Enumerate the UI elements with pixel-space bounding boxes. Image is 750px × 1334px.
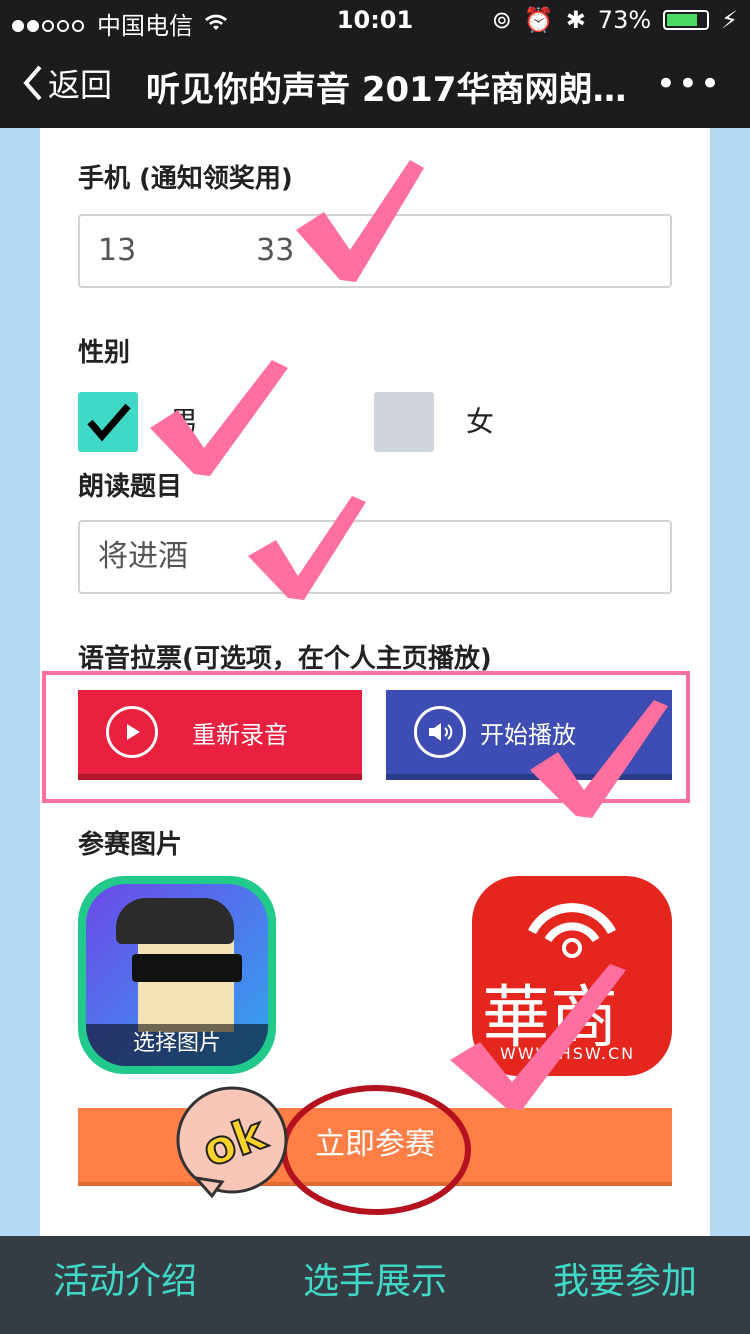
status-bar: 中国电信 10:01 ⊚ ⏰ ✱ 73% ⚡ <box>0 0 750 40</box>
page-title: 听见你的声音 2017华商网朗… <box>146 70 627 110</box>
battery-percent: 73% <box>597 6 652 34</box>
tab-join[interactable]: 我要参加 <box>500 1236 750 1334</box>
avatar-caption: 选择图片 <box>86 1024 268 1066</box>
topic-label: 朗读题目 <box>78 472 183 502</box>
gender-label: 性别 <box>78 338 131 368</box>
alarm-icon: ⏰ <box>523 6 554 34</box>
back-button[interactable]: 返回 <box>20 60 112 106</box>
wifi-logo-icon <box>528 903 616 958</box>
logo-url: WWW.HSW.CN <box>500 1044 636 1063</box>
tab-intro[interactable]: 活动介绍 <box>0 1236 250 1334</box>
annotation-highlight-box <box>42 671 690 803</box>
voice-label: 语音拉票(可选项，在个人主页播放) <box>78 644 492 674</box>
tab-bar: 活动介绍 选手展示 我要参加 <box>0 1236 750 1334</box>
avatar-picker[interactable]: 选择图片 <box>78 876 276 1074</box>
gender-male-checkbox[interactable] <box>78 392 138 452</box>
gender-female-checkbox[interactable] <box>374 392 434 452</box>
more-button[interactable]: ••• <box>656 64 722 104</box>
battery-icon <box>663 10 710 30</box>
nav-bar: 返回 听见你的声音 2017华商网朗… ••• <box>0 40 750 128</box>
checkmark-icon <box>87 403 131 442</box>
submit-button[interactable]: 立即参赛 <box>78 1108 672 1186</box>
topic-field[interactable]: 将进酒 <box>78 520 672 594</box>
huashang-logo: 華商網 WWW.HSW.CN <box>472 876 672 1076</box>
rotation-lock-icon: ⊚ <box>491 6 512 34</box>
gender-female-label: 女 <box>466 405 495 438</box>
bluetooth-icon: ✱ <box>565 6 586 34</box>
phone-field[interactable]: 13 33 <box>78 214 672 288</box>
phone-label: 手机 (通知领奖用) <box>78 164 293 194</box>
photo-label: 参赛图片 <box>78 830 183 860</box>
gender-male-label: 男 <box>170 405 199 438</box>
back-label: 返回 <box>48 66 113 104</box>
charging-icon: ⚡ <box>721 6 738 34</box>
chevron-left-icon <box>23 65 42 101</box>
tab-players[interactable]: 选手展示 <box>250 1236 500 1334</box>
